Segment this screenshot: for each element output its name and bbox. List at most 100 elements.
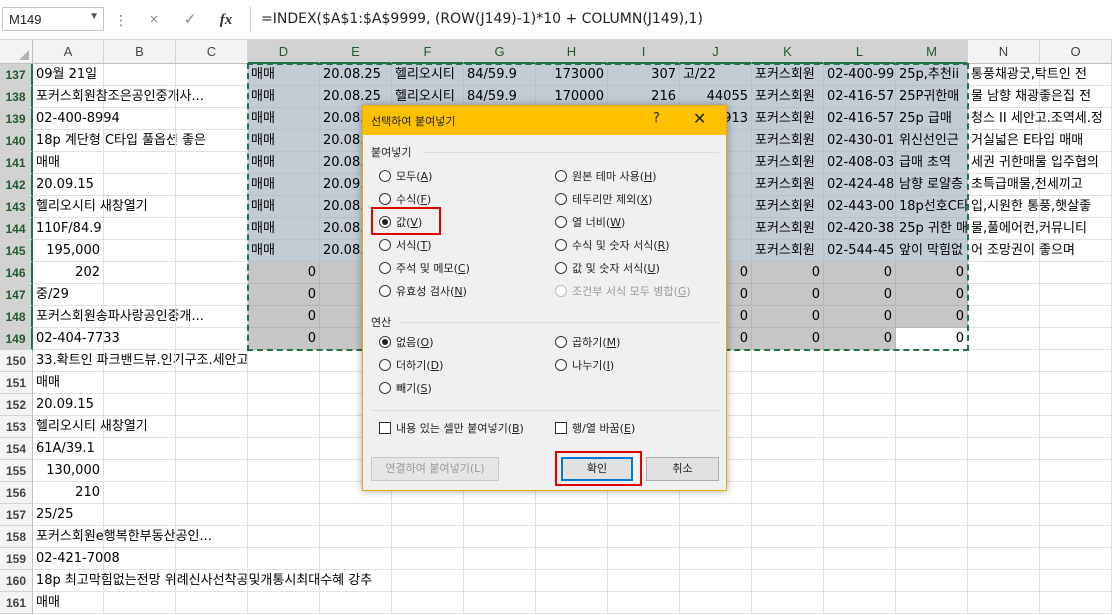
cell[interactable]: [896, 548, 968, 570]
cell[interactable]: [824, 504, 896, 526]
cell[interactable]: 0: [752, 284, 824, 306]
column-header[interactable]: M: [896, 40, 968, 64]
cell[interactable]: [176, 152, 248, 174]
cell[interactable]: [248, 592, 320, 614]
cell[interactable]: [896, 460, 968, 482]
row-header[interactable]: 160: [0, 570, 33, 592]
cell[interactable]: [176, 306, 248, 328]
cell[interactable]: [392, 548, 464, 570]
column-header[interactable]: H: [536, 40, 608, 64]
cell[interactable]: [752, 350, 824, 372]
cell[interactable]: 매매: [33, 592, 104, 614]
cell[interactable]: [968, 504, 1040, 526]
cell[interactable]: [176, 218, 248, 240]
cell[interactable]: [104, 86, 176, 108]
cell[interactable]: [752, 548, 824, 570]
row-header[interactable]: 161: [0, 592, 33, 614]
cell[interactable]: [896, 482, 968, 504]
cell[interactable]: [896, 570, 968, 592]
checkbox-box[interactable]: [379, 422, 391, 434]
row-header[interactable]: 154: [0, 438, 33, 460]
cell[interactable]: [104, 196, 176, 218]
cell[interactable]: [1040, 86, 1112, 108]
cell[interactable]: 포커스회원송파사랑공인중개...: [33, 306, 204, 328]
cell[interactable]: 02-544-45: [824, 240, 896, 262]
cell[interactable]: 고/22: [680, 64, 752, 86]
cell[interactable]: [104, 592, 176, 614]
cell[interactable]: [248, 394, 320, 416]
cell[interactable]: [1040, 130, 1112, 152]
cell[interactable]: 매매: [33, 152, 104, 174]
cell[interactable]: 앞이 막힘없: [896, 240, 968, 262]
cell[interactable]: [392, 526, 464, 548]
radio-button[interactable]: [555, 170, 567, 182]
cell[interactable]: [968, 416, 1040, 438]
cell[interactable]: 25p,추천ii: [896, 64, 968, 86]
cell[interactable]: [968, 570, 1040, 592]
radio-button[interactable]: [555, 239, 567, 251]
cell[interactable]: [1040, 218, 1112, 240]
cell[interactable]: [104, 306, 176, 328]
radio-button[interactable]: [379, 336, 391, 348]
cell[interactable]: [176, 64, 248, 86]
cell[interactable]: [248, 548, 320, 570]
cell[interactable]: 헬리오시티 새창열기: [33, 196, 148, 218]
cell[interactable]: [1040, 460, 1112, 482]
cell[interactable]: [176, 350, 248, 372]
cell[interactable]: [1040, 372, 1112, 394]
cell[interactable]: 포커스회원: [752, 196, 824, 218]
cell[interactable]: 20.09.15: [33, 394, 104, 416]
cell[interactable]: [176, 196, 248, 218]
cell[interactable]: 25/25: [33, 504, 104, 526]
cell[interactable]: 매매: [248, 218, 320, 240]
operation-option-s[interactable]: 빼기(S): [379, 380, 432, 398]
paste-link-button[interactable]: 연결하여 붙여넣기(L): [371, 457, 499, 481]
cell[interactable]: [824, 548, 896, 570]
cell[interactable]: [824, 350, 896, 372]
cell[interactable]: 18p 계단형 C타입 풀옵션 좋은: [33, 130, 206, 152]
cell[interactable]: 포커스회원: [752, 130, 824, 152]
cell[interactable]: [104, 416, 176, 438]
cell[interactable]: 0: [248, 328, 320, 350]
cell[interactable]: [824, 482, 896, 504]
cell[interactable]: 위신선인근: [896, 130, 968, 152]
row-header[interactable]: 155: [0, 460, 33, 482]
row-header[interactable]: 142: [0, 174, 33, 196]
cell[interactable]: [680, 570, 752, 592]
cell[interactable]: [176, 526, 248, 548]
transpose-checkbox[interactable]: 행/열 바꿈(E): [555, 420, 635, 438]
cell[interactable]: [248, 372, 320, 394]
row-header[interactable]: 148: [0, 306, 33, 328]
cell[interactable]: [176, 438, 248, 460]
cell[interactable]: [536, 504, 608, 526]
cell[interactable]: 0: [248, 262, 320, 284]
row-header[interactable]: 140: [0, 130, 33, 152]
name-box[interactable]: M149 ▼: [2, 7, 104, 31]
cell[interactable]: [1040, 262, 1112, 284]
cell[interactable]: [824, 416, 896, 438]
cell[interactable]: [176, 174, 248, 196]
cell[interactable]: [608, 504, 680, 526]
help-icon[interactable]: ?: [653, 111, 660, 126]
cancel-button[interactable]: 취소: [646, 457, 719, 481]
cell[interactable]: 09월 21일: [33, 64, 104, 86]
row-header[interactable]: 145: [0, 240, 33, 262]
cell[interactable]: 매매: [248, 174, 320, 196]
cell[interactable]: 0: [896, 262, 968, 284]
row-header[interactable]: 139: [0, 108, 33, 130]
cell[interactable]: 25p 귀한 매: [896, 218, 968, 240]
cell[interactable]: 195,000: [33, 240, 104, 262]
cell[interactable]: 20.08.25: [320, 64, 392, 86]
cell[interactable]: [176, 240, 248, 262]
row-header[interactable]: 149: [0, 328, 33, 350]
cell[interactable]: [968, 350, 1040, 372]
cell[interactable]: [248, 482, 320, 504]
cell[interactable]: 33.확트인 파크밴드뷰.인기구조.세안고: [33, 350, 248, 372]
cell[interactable]: [104, 152, 176, 174]
row-header[interactable]: 137: [0, 64, 33, 86]
paste-option-n[interactable]: 유효성 검사(N): [379, 283, 467, 301]
cell[interactable]: [680, 504, 752, 526]
cell[interactable]: 매매: [248, 196, 320, 218]
cell[interactable]: [1040, 328, 1112, 350]
cell[interactable]: [464, 504, 536, 526]
